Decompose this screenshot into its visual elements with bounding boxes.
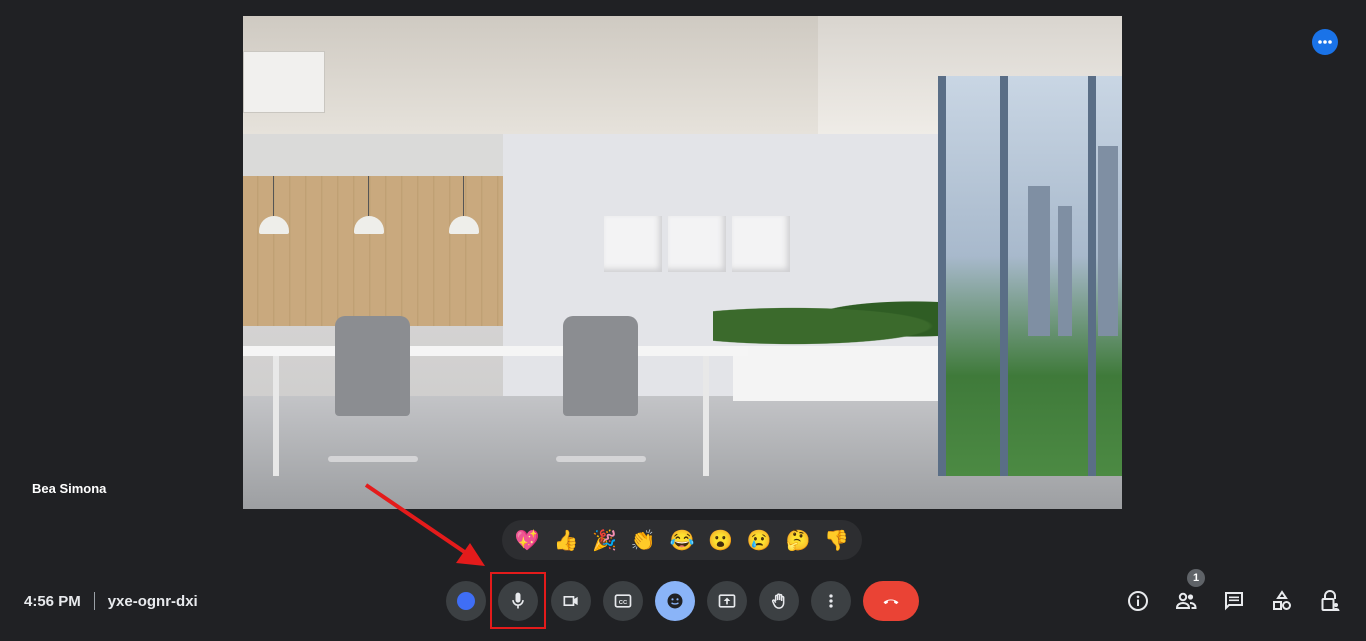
scene-wall-art bbox=[604, 216, 662, 272]
scene-ceiling bbox=[243, 16, 863, 134]
scene-wall-art bbox=[732, 216, 790, 272]
reaction-sparkling-heart[interactable]: 💖 bbox=[511, 524, 543, 556]
hang-up-phone-icon bbox=[883, 599, 899, 605]
scene-wall-art bbox=[668, 216, 726, 272]
reaction-thumbs-up[interactable]: 👍 bbox=[550, 524, 582, 556]
reaction-clapping[interactable]: 👏 bbox=[627, 524, 659, 556]
reaction-thumbs-down[interactable]: 👎 bbox=[821, 524, 853, 556]
more-vertical-icon bbox=[829, 594, 833, 608]
scene-lamp-cord bbox=[463, 176, 464, 216]
info-icon bbox=[1128, 591, 1148, 611]
scene-chair bbox=[563, 316, 638, 416]
divider bbox=[93, 592, 95, 610]
hand-icon bbox=[771, 593, 785, 609]
smiley-face-icon bbox=[667, 593, 683, 609]
people-button[interactable] bbox=[1171, 586, 1201, 616]
reaction-surprised[interactable]: 😮 bbox=[705, 524, 737, 556]
scene-chair bbox=[335, 316, 410, 416]
chat-button[interactable] bbox=[1219, 586, 1249, 616]
activities-button[interactable] bbox=[1267, 586, 1297, 616]
present-screen-button[interactable] bbox=[707, 581, 747, 621]
raise-hand-button[interactable] bbox=[759, 581, 799, 621]
more-horizontal-icon bbox=[1318, 40, 1332, 44]
captions-button[interactable]: CC bbox=[603, 581, 643, 621]
svg-text:CC: CC bbox=[619, 600, 628, 606]
scene-building bbox=[1028, 186, 1050, 336]
present-screen-icon bbox=[718, 594, 736, 608]
lock-person-icon bbox=[1321, 590, 1340, 611]
scene-table-leg bbox=[703, 356, 709, 476]
tile-more-options-button[interactable] bbox=[1312, 29, 1338, 55]
meeting-details: 4:56 PM yxe-ognr-dxi bbox=[24, 592, 198, 610]
more-options-button[interactable] bbox=[811, 581, 851, 621]
scene-building bbox=[1098, 146, 1118, 336]
avatar-dot bbox=[457, 592, 475, 610]
participant-count-badge: 1 bbox=[1187, 569, 1205, 587]
annotation-highlight-box bbox=[490, 572, 546, 629]
scene-table bbox=[243, 346, 748, 356]
reactions-bar: 💖 👍 🎉 👏 😂 😮 😢 🤔 👎 bbox=[502, 520, 862, 560]
video-camera-icon bbox=[563, 596, 578, 606]
shapes-icon bbox=[1273, 590, 1291, 610]
scene-lamp-cord bbox=[368, 176, 369, 216]
meeting-info-button[interactable] bbox=[1123, 586, 1153, 616]
camera-button[interactable] bbox=[551, 581, 591, 621]
meeting-time: 4:56 PM bbox=[24, 592, 81, 610]
scene-chair-base bbox=[556, 456, 646, 462]
scene-window bbox=[938, 76, 1122, 476]
reaction-tears-of-joy[interactable]: 😂 bbox=[666, 524, 698, 556]
scene-vent bbox=[243, 51, 325, 113]
scene-lamp-cord bbox=[273, 176, 274, 216]
avatar-indicator-button[interactable] bbox=[446, 581, 486, 621]
scene-chair-base bbox=[328, 456, 418, 462]
reaction-party-popper[interactable]: 🎉 bbox=[589, 524, 621, 556]
reaction-crying[interactable]: 😢 bbox=[743, 524, 775, 556]
meeting-code: yxe-ognr-dxi bbox=[107, 592, 198, 610]
scene-wood-panel bbox=[243, 176, 503, 326]
end-call-button[interactable] bbox=[863, 581, 919, 621]
video-tile bbox=[243, 16, 1122, 509]
scene-table-leg bbox=[273, 356, 279, 476]
scene-glass-pane bbox=[946, 76, 1000, 476]
chat-icon bbox=[1225, 592, 1243, 611]
closed-captions-icon: CC bbox=[614, 594, 632, 608]
people-icon bbox=[1175, 592, 1197, 609]
participant-name: Bea Simona bbox=[32, 481, 107, 496]
scene-building bbox=[1058, 206, 1072, 336]
reaction-thinking[interactable]: 🤔 bbox=[782, 524, 814, 556]
reactions-button[interactable] bbox=[655, 581, 695, 621]
scene-wall-top bbox=[243, 134, 503, 176]
host-controls-button[interactable] bbox=[1315, 586, 1345, 616]
